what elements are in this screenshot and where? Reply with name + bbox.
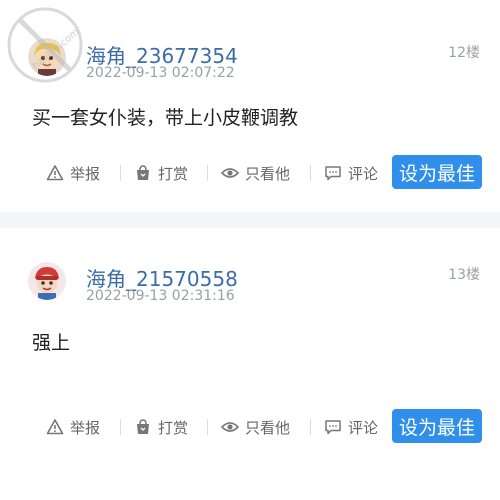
only-him-label: 只看他: [245, 418, 291, 437]
post-timestamp: 2022-09-13 02:07:22: [86, 65, 235, 81]
comment-label: 评论: [348, 418, 379, 437]
floor-number: 12楼: [448, 45, 480, 61]
report-button[interactable]: 举报: [46, 409, 100, 445]
tip-button[interactable]: 打赏: [134, 409, 188, 445]
divider: [310, 419, 311, 435]
report-label: 举报: [70, 418, 101, 437]
doll-avatar-icon: [28, 38, 66, 76]
cartoon-boy-avatar-icon: [28, 262, 66, 300]
post-content: 强上: [32, 332, 71, 354]
comment-label: 评论: [348, 164, 379, 183]
only-him-button[interactable]: 只看他: [221, 409, 290, 445]
action-bar: 举报 打赏 只看他 评论 设为最佳: [46, 409, 482, 445]
divider: [120, 165, 121, 181]
divider: [310, 165, 311, 181]
floor-number: 13楼: [448, 267, 480, 283]
warning-icon: [46, 165, 64, 181]
user-avatar[interactable]: [28, 38, 66, 76]
eye-icon: [221, 168, 239, 178]
action-bar: 举报 打赏 只看他 评论 设为最佳: [46, 155, 482, 191]
post-content: 买一套女仆装，带上小皮鞭调教: [32, 107, 299, 129]
divider: [207, 165, 208, 181]
set-best-button[interactable]: 设为最佳: [392, 409, 482, 443]
comment-button[interactable]: 评论: [324, 155, 378, 191]
report-button[interactable]: 举报: [46, 155, 100, 191]
gift-bag-icon: [137, 419, 149, 434]
tip-label: 打赏: [158, 164, 189, 183]
set-best-button[interactable]: 设为最佳: [392, 155, 482, 189]
divider: [120, 419, 121, 435]
comment-icon: [325, 420, 341, 435]
report-label: 举报: [70, 164, 101, 183]
gift-bag-icon: [137, 165, 149, 180]
post-card: 海角_21570558 2022-09-13 02:31:16 13楼 强上 举…: [0, 228, 500, 500]
eye-icon: [221, 422, 239, 432]
comment-button[interactable]: 评论: [324, 409, 378, 445]
user-avatar[interactable]: [28, 262, 66, 300]
post-card: 海角_23677354 2022-09-13 02:07:22 12楼 买一套女…: [0, 0, 500, 212]
divider: [207, 419, 208, 435]
tip-button[interactable]: 打赏: [134, 155, 188, 191]
post-timestamp: 2022-09-13 02:31:16: [86, 288, 235, 304]
tip-label: 打赏: [158, 418, 189, 437]
comment-icon: [325, 166, 341, 181]
warning-icon: [46, 419, 64, 435]
only-him-button[interactable]: 只看他: [221, 155, 290, 191]
only-him-label: 只看他: [245, 164, 291, 183]
